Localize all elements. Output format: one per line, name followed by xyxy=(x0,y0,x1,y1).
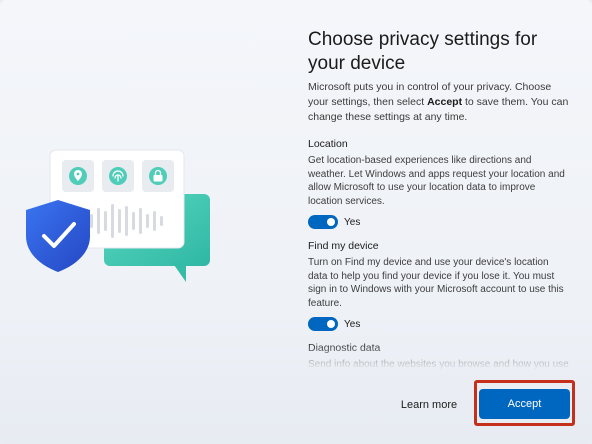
location-pin-icon xyxy=(62,160,94,192)
setting-diagnostic-data: Diagnostic data Send info about the webs… xyxy=(308,340,570,370)
setting-title: Find my device xyxy=(308,240,379,252)
find-my-device-toggle[interactable] xyxy=(308,317,338,331)
privacy-illustration xyxy=(26,149,210,282)
setting-location: Location Get location-based experiences … xyxy=(308,136,570,230)
intro-text: Microsoft puts you in control of your pr… xyxy=(308,80,570,125)
shield-check-icon xyxy=(26,200,90,272)
setting-description: Turn on Find my device and use your devi… xyxy=(308,257,564,309)
setting-title: Diagnostic data xyxy=(308,342,381,354)
learn-more-button[interactable]: Learn more xyxy=(392,392,466,418)
toggle-label: Yes xyxy=(344,318,361,330)
oobe-window: Choose privacy settings for your device … xyxy=(0,0,592,444)
lock-icon xyxy=(142,160,174,192)
setting-title: Location xyxy=(308,138,348,150)
toggle-row: Yes xyxy=(308,316,570,332)
location-toggle[interactable] xyxy=(308,215,338,229)
intro-accept-word: Accept xyxy=(427,96,463,108)
settings-pane: Choose privacy settings for your device … xyxy=(296,0,592,444)
page-title: Choose privacy settings for your device xyxy=(308,29,538,74)
settings-scroll-area[interactable]: Location Get location-based experiences … xyxy=(308,136,570,370)
toggle-row: Yes xyxy=(308,214,570,230)
illustration-pane xyxy=(0,0,290,444)
setting-find-my-device: Find my device Turn on Find my device an… xyxy=(308,238,570,332)
accept-button[interactable]: Accept xyxy=(479,389,570,419)
fingerprint-icon xyxy=(102,160,134,192)
setting-description: Get location-based experiences like dire… xyxy=(308,155,565,207)
toggle-label: Yes xyxy=(344,216,361,228)
setting-description: Send info about the websites you browse … xyxy=(308,359,569,370)
